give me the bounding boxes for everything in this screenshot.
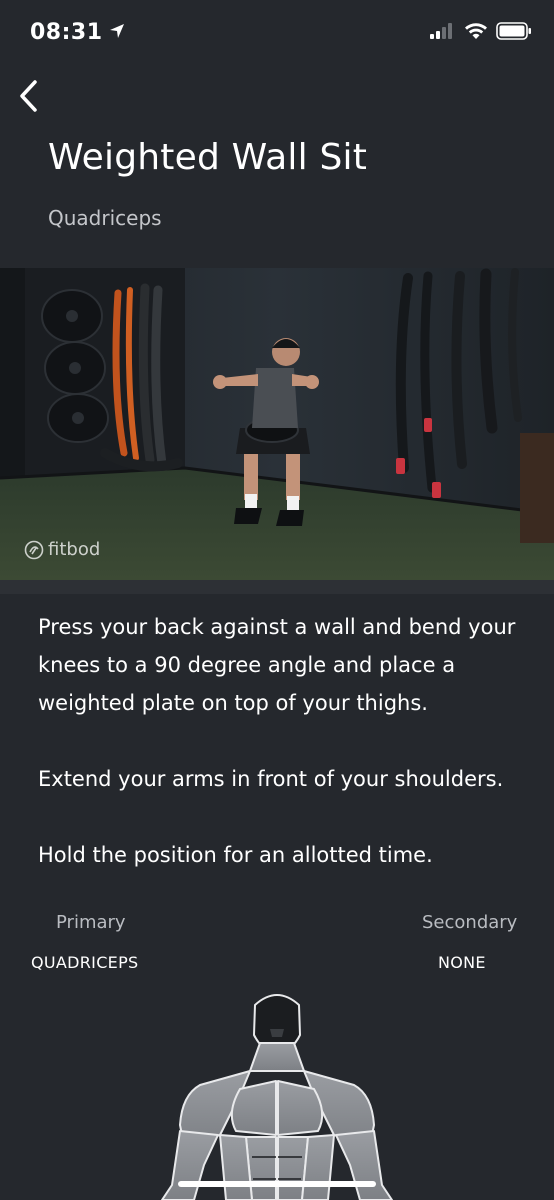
secondary-muscle-label: Secondary xyxy=(422,912,518,933)
secondary-muscle-value: NONE xyxy=(438,953,486,972)
primary-muscle-value: QUADRICEPS xyxy=(31,953,139,972)
muscle-anatomy-figure xyxy=(160,985,394,1200)
location-arrow-icon xyxy=(109,20,125,45)
status-time: 08:31 xyxy=(30,20,103,45)
page-title: Weighted Wall Sit xyxy=(48,137,368,178)
exercise-video[interactable]: fitbod xyxy=(0,268,554,580)
wifi-icon xyxy=(464,22,488,44)
exercise-detail-screen: 08:31 Weighted Wall Sit Quadriceps fitbo… xyxy=(0,0,554,1200)
section-divider xyxy=(0,580,554,594)
fitbod-watermark: fitbod xyxy=(24,539,100,560)
watermark-text: fitbod xyxy=(48,539,101,560)
description-paragraph: Press your back against a wall and bend … xyxy=(38,615,516,715)
status-time-group: 08:31 xyxy=(30,20,125,45)
video-frame-illustration xyxy=(0,268,554,580)
home-indicator[interactable] xyxy=(178,1181,376,1187)
back-button[interactable] xyxy=(8,76,48,120)
muscle-group-subtitle: Quadriceps xyxy=(48,206,162,230)
battery-icon xyxy=(496,22,532,44)
description-paragraph: Hold the position for an allotted time. xyxy=(38,843,433,867)
status-bar: 08:31 xyxy=(0,0,554,66)
exercise-description: Press your back against a wall and bend … xyxy=(38,608,518,912)
primary-muscle-label: Primary xyxy=(56,912,126,933)
cellular-signal-icon xyxy=(430,23,456,43)
description-paragraph: Extend your arms in front of your should… xyxy=(38,767,504,791)
status-indicators xyxy=(430,22,532,44)
fitbod-logo-icon xyxy=(24,540,44,560)
chevron-left-icon xyxy=(17,79,39,117)
